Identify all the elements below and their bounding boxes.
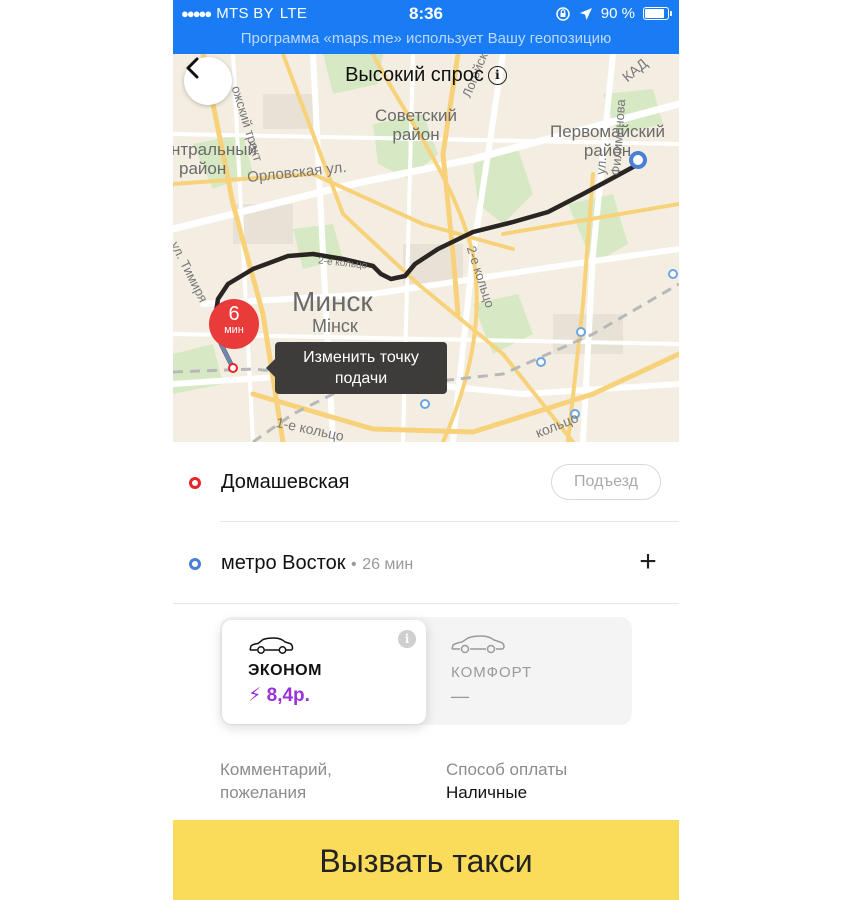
taxi-app-screen: ●●●●● MTS BY LTE 8:36 90 % Программа «ma…	[173, 0, 679, 900]
eta-bubble: 6 мин	[209, 299, 259, 349]
route-map[interactable]: Советский район Первомайский район нтральн…	[173, 54, 679, 442]
tariff-price-value: 8,4р.	[266, 685, 310, 706]
surge-bolt-icon: ⚡	[248, 685, 262, 706]
comment-line-2: пожелания	[220, 783, 307, 802]
info-icon[interactable]: i	[487, 66, 507, 85]
status-right: 90 %	[555, 5, 672, 22]
tariff-card-econom[interactable]: ЭКОНОМ ⚡ 8,4р. i	[222, 620, 426, 724]
location-arrow-icon	[579, 7, 592, 20]
divider	[173, 603, 679, 604]
tariff-info-icon[interactable]: i	[398, 630, 416, 648]
label-centralny: нтральный район	[173, 140, 257, 178]
destination-eta: 26 мин	[362, 556, 414, 573]
label-filimonova: ул. Филимонова	[593, 98, 629, 177]
tariff-name-comfort: КОМФОРТ	[451, 664, 533, 681]
battery-icon	[643, 7, 672, 20]
destination-address: метро Восток	[221, 552, 346, 574]
pickup-dot-icon	[189, 477, 201, 489]
eta-bubble-unit: мин	[224, 324, 244, 336]
car-icon	[249, 637, 294, 654]
comment-line-1: Комментарий,	[220, 760, 332, 779]
tariff-card-comfort[interactable]: КОМФОРТ —	[426, 620, 630, 724]
label-minsk: Минск	[292, 286, 373, 317]
destination-row[interactable]: метро Восток • 26 мин +	[173, 522, 679, 602]
demand-title: Высокий спрос i	[173, 64, 679, 87]
destination-address-line: метро Восток • 26 мин	[221, 552, 413, 575]
status-bar: ●●●●● MTS BY LTE 8:36 90 % Программа «ma…	[173, 0, 679, 54]
tariff-price-comfort: —	[451, 686, 469, 706]
comment-option[interactable]: Комментарий, пожелания	[220, 758, 332, 804]
label-minsk-sub: Мінск	[312, 316, 358, 336]
payment-value: Наличные	[446, 783, 528, 802]
change-pickup-tooltip[interactable]: Изменить точку подачи	[266, 342, 447, 394]
rotation-lock-icon	[556, 6, 570, 21]
eta-bubble-value: 6	[228, 303, 240, 325]
tooltip-line-1: Изменить точку	[303, 349, 419, 366]
pickup-address: Домашевская	[221, 471, 350, 493]
geolocation-banner[interactable]: Программа «maps.me» использует Вашу геоп…	[173, 30, 679, 47]
entrance-button[interactable]: Подъезд	[551, 464, 661, 500]
destination-dot-icon	[189, 558, 201, 570]
tariff-name-econom: ЭКОНОМ	[248, 662, 322, 679]
tariff-price-econom: ⚡ 8,4р.	[248, 684, 310, 707]
payment-option[interactable]: Способ оплаты Наличные	[446, 758, 567, 804]
payment-label: Способ оплаты	[446, 760, 568, 779]
battery-percent: 90 %	[600, 5, 635, 22]
tooltip-line-2: подачи	[334, 370, 388, 387]
add-stop-button[interactable]: +	[635, 547, 661, 577]
car-icon	[451, 635, 505, 654]
pickup-row[interactable]: Домашевская Подъезд	[173, 442, 679, 522]
eta-separator: •	[351, 556, 357, 573]
demand-title-text: Высокий спрос	[345, 64, 484, 86]
label-sovetsky: Советский район	[375, 106, 457, 144]
call-taxi-button[interactable]: Вызвать такси	[173, 820, 679, 900]
